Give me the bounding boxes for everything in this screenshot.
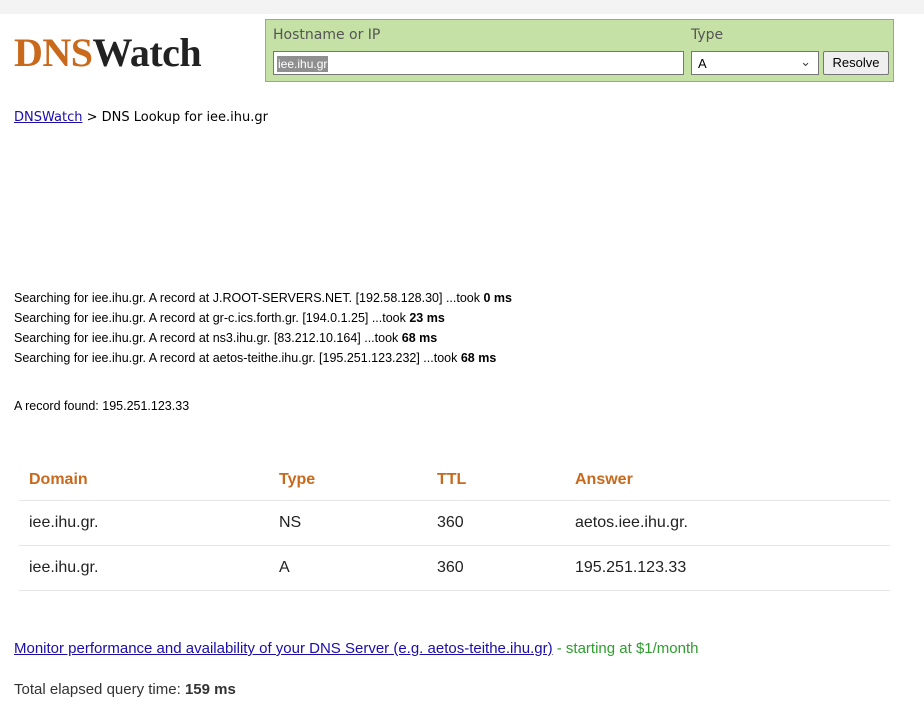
record-found-text: A record found: 195.251.123.33: [14, 399, 190, 413]
cell-ttl: 360: [427, 545, 565, 591]
table-row: iee.ihu.gr. A 360 195.251.123.33: [19, 545, 890, 591]
header-ttl: TTL: [427, 460, 565, 501]
log-time: 0 ms: [483, 291, 512, 305]
results-table: Domain Type TTL Answer iee.ihu.gr. NS 36…: [19, 460, 890, 591]
total-value: 159 ms: [184, 681, 236, 698]
dnswatch-logo[interactable]: DNSWatch: [14, 28, 202, 78]
cell-domain: iee.ihu.gr.: [19, 500, 269, 546]
total-elapsed-time: Total elapsed query time: 159 ms: [14, 681, 236, 698]
hostname-label: Hostname or IP: [273, 27, 381, 43]
lookup-log: Searching for iee.ihu.gr. A record at J.…: [14, 288, 512, 368]
header-type: Type: [269, 460, 427, 501]
hostname-input[interactable]: iee.ihu.gr: [273, 51, 684, 75]
monitor-promo: Monitor performance and availability of …: [14, 640, 699, 657]
log-text: Searching for iee.ihu.gr. A record at J.…: [14, 291, 484, 305]
log-line: Searching for iee.ihu.gr. A record at ae…: [14, 348, 512, 368]
log-line: Searching for iee.ihu.gr. A record at J.…: [14, 288, 512, 308]
type-select-value: A: [698, 56, 707, 71]
cell-answer: aetos.iee.ihu.gr.: [565, 500, 890, 546]
log-time: 23 ms: [409, 311, 445, 325]
cell-domain: iee.ihu.gr.: [19, 545, 269, 591]
type-select[interactable]: A ⌄: [691, 51, 819, 75]
cell-type: NS: [269, 500, 427, 546]
log-text: Searching for iee.ihu.gr. A record at gr…: [14, 311, 410, 325]
monitor-price-text: - starting at $1/month: [552, 640, 699, 657]
cell-ttl: 360: [427, 500, 565, 546]
breadcrumb-separator: >: [82, 110, 102, 125]
logo-dns-text: DNS: [14, 30, 93, 75]
breadcrumb-home-link[interactable]: DNSWatch: [14, 110, 82, 125]
hostname-input-value: iee.ihu.gr: [277, 56, 329, 72]
browser-top-strip: [0, 0, 924, 14]
type-label: Type: [691, 27, 724, 43]
table-row: iee.ihu.gr. NS 360 aetos.iee.ihu.gr.: [19, 500, 890, 546]
chevron-down-icon: ⌄: [800, 54, 811, 69]
log-time: 68 ms: [401, 331, 438, 345]
logo-watch-text: Watch: [92, 30, 202, 75]
log-text: Searching for iee.ihu.gr. A record at ae…: [14, 351, 461, 365]
cell-answer: 195.251.123.33: [565, 545, 890, 591]
search-panel: Hostname or IP Type iee.ihu.gr A ⌄ Resol…: [265, 19, 894, 82]
log-line: Searching for iee.ihu.gr. A record at gr…: [14, 308, 512, 328]
log-time: 68 ms: [460, 351, 497, 365]
header-domain: Domain: [19, 460, 269, 501]
table-header-row: Domain Type TTL Answer: [19, 460, 890, 501]
breadcrumb-current: DNS Lookup for iee.ihu.gr: [101, 110, 268, 125]
monitor-link[interactable]: Monitor performance and availability of …: [14, 640, 553, 657]
cell-type: A: [269, 545, 427, 591]
total-label: Total elapsed query time:: [14, 681, 185, 698]
resolve-button[interactable]: Resolve: [823, 51, 889, 75]
breadcrumb: DNSWatch > DNS Lookup for iee.ihu.gr: [14, 110, 268, 125]
log-line: Searching for iee.ihu.gr. A record at ns…: [14, 328, 512, 348]
log-text: Searching for iee.ihu.gr. A record at ns…: [14, 331, 402, 345]
header-answer: Answer: [565, 460, 890, 501]
